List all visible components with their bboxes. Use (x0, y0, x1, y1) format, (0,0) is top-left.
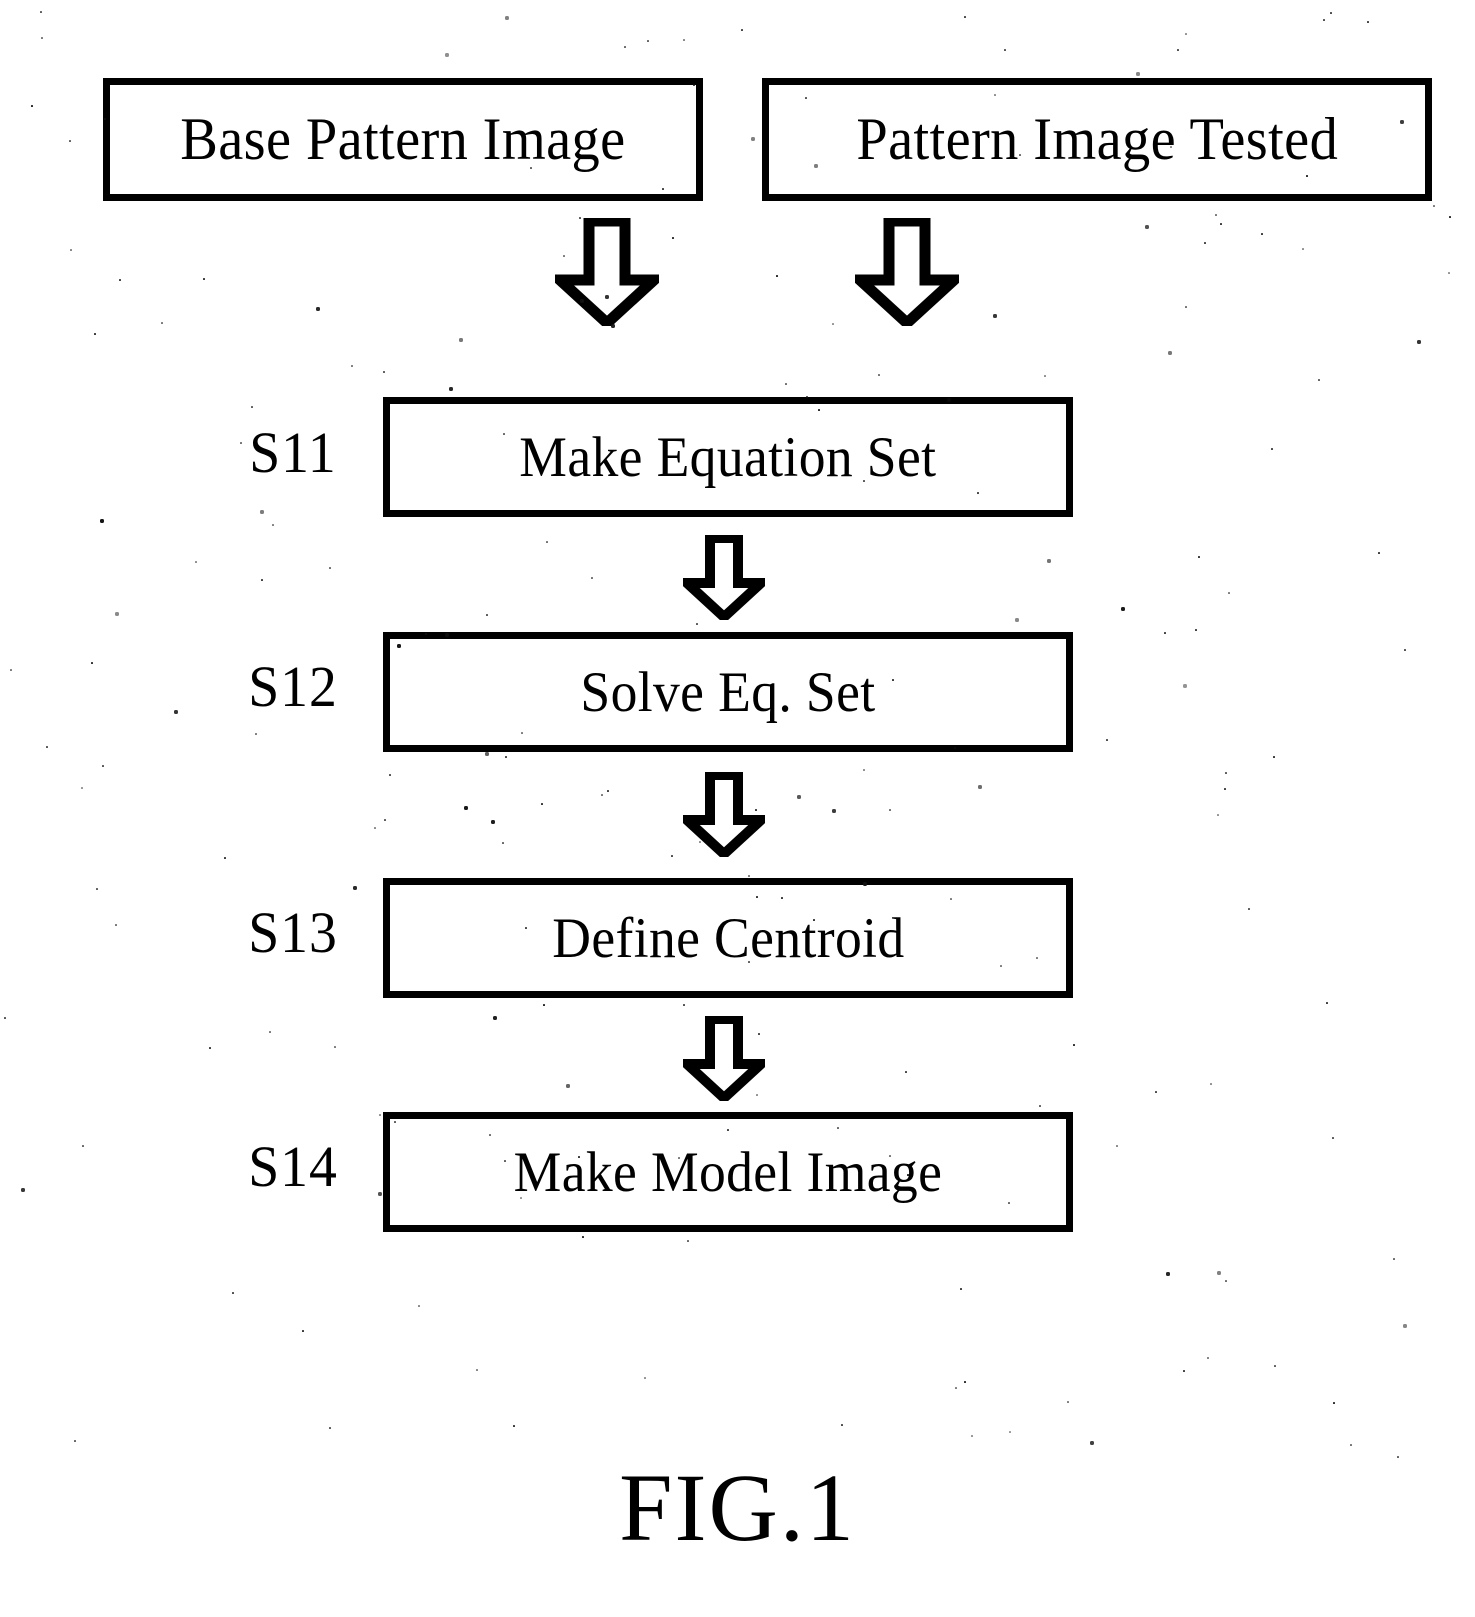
box-step-make-equation-set: Make Equation Set (383, 397, 1073, 517)
box-step-s12-label: Solve Eq. Set (580, 660, 876, 724)
box-step-solve-eq-set: Solve Eq. Set (383, 632, 1073, 752)
down-block-arrow-icon (683, 1016, 765, 1101)
box-step-s11-label: Make Equation Set (519, 425, 937, 489)
box-step-s14-label: Make Model Image (513, 1140, 943, 1204)
box-base-pattern-image-label: Base Pattern Image (180, 106, 626, 172)
box-step-s13-label: Define Centroid (551, 906, 905, 970)
down-block-arrow-icon (555, 218, 659, 326)
box-step-define-centroid: Define Centroid (383, 878, 1073, 998)
box-base-pattern-image: Base Pattern Image (103, 78, 703, 201)
step-id-s13: S13 (248, 900, 338, 965)
down-block-arrow-icon (855, 218, 959, 326)
box-pattern-image-tested-label: Pattern Image Tested (856, 106, 1338, 172)
step-id-s11: S11 (249, 420, 337, 485)
patent-figure-1: Base Pattern Image Pattern Image Tested … (0, 0, 1475, 1617)
step-id-s14: S14 (248, 1134, 338, 1199)
box-step-make-model-image: Make Model Image (383, 1112, 1073, 1232)
step-id-s12: S12 (248, 654, 338, 719)
down-block-arrow-icon (683, 535, 765, 620)
figure-caption: FIG.1 (619, 1454, 856, 1561)
down-block-arrow-icon (683, 772, 765, 857)
box-pattern-image-tested: Pattern Image Tested (762, 78, 1432, 201)
